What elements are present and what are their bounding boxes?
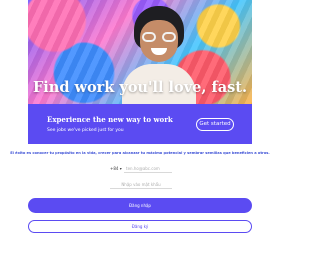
get-started-button[interactable]: Get started [196, 118, 234, 131]
hero-headline: Find work you'll love, fast. [32, 79, 248, 96]
email-row: +84 ▾ ten.ho@abc.com [110, 164, 172, 173]
email-input[interactable]: ten.ho@abc.com [124, 164, 172, 173]
portrait-glasses [142, 32, 176, 42]
password-row: Nhập vào mật khẩu [110, 180, 172, 189]
promo-subtitle: See jobs we've picked just for you [47, 128, 124, 133]
password-input[interactable]: Nhập vào mật khẩu [110, 180, 172, 189]
mission-statement: El éxito es conocer tu propósito en la v… [10, 151, 270, 155]
promo-banner: Experience the new way to work See jobs … [28, 104, 252, 144]
login-button[interactable]: Đăng nhập [28, 198, 252, 213]
register-button[interactable]: Đăng ký [28, 220, 252, 233]
country-code-select[interactable]: +84 ▾ [110, 166, 124, 171]
promo-title: Experience the new way to work [47, 115, 173, 124]
